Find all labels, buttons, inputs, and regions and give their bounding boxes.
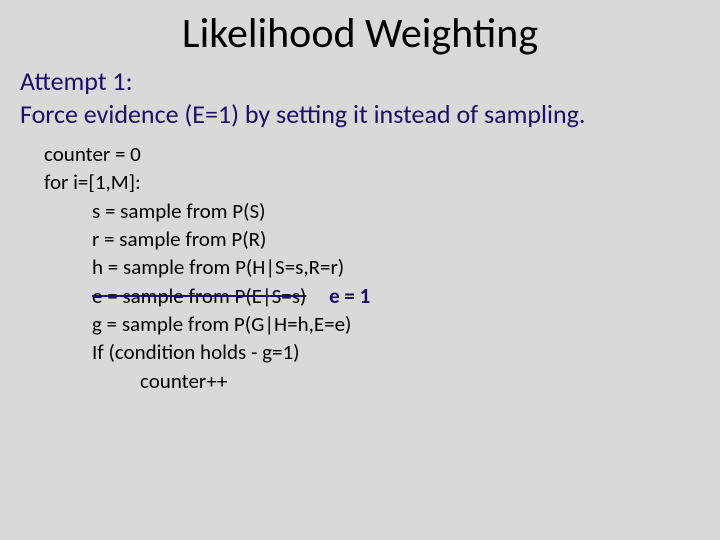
- code-line-struck: e = sample from P(E|S=s) e = 1: [44, 282, 720, 310]
- subtitle-line-1: Attempt 1:: [20, 65, 720, 98]
- code-line: counter++: [44, 367, 720, 395]
- slide-subtitle: Attempt 1: Force evidence (E=1) by setti…: [20, 65, 720, 130]
- struck-text: e = sample from P(E|S=s): [92, 283, 306, 309]
- code-line: counter = 0: [44, 140, 720, 168]
- replacement-text: e = 1: [329, 283, 370, 309]
- code-line: s = sample from P(S): [44, 197, 720, 225]
- code-line: g = sample from P(G|H=h,E=e): [44, 310, 720, 338]
- slide: Likelihood Weighting Attempt 1: Force ev…: [0, 8, 720, 540]
- code-line: h = sample from P(H|S=s,R=r): [44, 253, 720, 281]
- code-line: If (condition holds - g=1): [44, 338, 720, 366]
- subtitle-line-2: Force evidence (E=1) by setting it inste…: [20, 98, 720, 131]
- code-line: r = sample from P(R): [44, 225, 720, 253]
- pseudocode-block: counter = 0 for i=[1,M]: s = sample from…: [44, 140, 720, 395]
- code-line: for i=[1,M]:: [44, 168, 720, 196]
- slide-title: Likelihood Weighting: [0, 8, 720, 59]
